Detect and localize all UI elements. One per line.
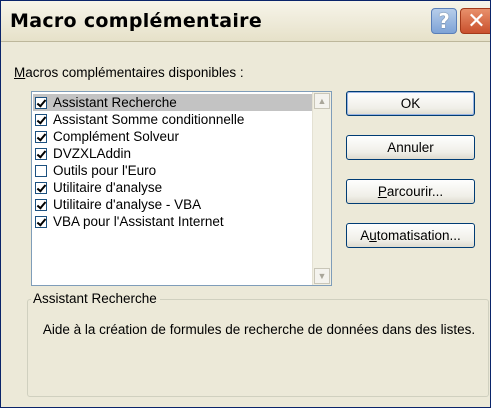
list-item[interactable]: Complément Solveur (33, 128, 312, 145)
scroll-up-arrow-icon[interactable]: ▲ (314, 93, 330, 109)
list-item[interactable]: Outils pour l'Euro (33, 162, 312, 179)
addin-label: Assistant Somme conditionnelle (53, 112, 245, 127)
title-bar[interactable]: Macro complémentaire ? ✕ (1, 1, 490, 42)
description-groupbox (27, 299, 489, 397)
close-button[interactable]: ✕ (460, 8, 490, 34)
addin-checkbox[interactable] (35, 181, 47, 194)
addins-list: Assistant Recherche Assistant Somme condi… (33, 94, 312, 230)
addin-checkbox[interactable] (35, 96, 47, 109)
question-mark-icon: ? (438, 9, 450, 33)
list-item[interactable]: Utilitaire d'analyse (33, 179, 312, 196)
cancel-button[interactable]: Annuler (346, 135, 475, 160)
ok-button[interactable]: OK (346, 91, 475, 116)
addin-checkbox[interactable] (35, 130, 47, 143)
scroll-down-arrow-icon[interactable]: ▼ (314, 268, 330, 284)
addin-checkbox[interactable] (35, 215, 47, 228)
list-item[interactable]: VBA pour l'Assistant Internet (33, 213, 312, 230)
addin-checkbox[interactable] (35, 198, 47, 211)
addin-checkbox[interactable] (35, 147, 47, 160)
description-text: Aide à la création de formules de recher… (42, 322, 476, 337)
browse-button[interactable]: Parcourir... (346, 179, 475, 204)
list-item[interactable]: Assistant Recherche (33, 94, 312, 111)
addin-label: Complément Solveur (53, 129, 180, 144)
available-addins-label: Macros complémentaires disponibles : (14, 65, 244, 80)
addin-label: DVZXLAddin (53, 146, 132, 161)
addin-label: Assistant Recherche (53, 95, 207, 110)
description-title: Assistant Recherche (31, 291, 160, 306)
list-item[interactable]: DVZXLAddin (33, 145, 312, 162)
listbox-scrollbar[interactable]: ▲ ▼ (312, 92, 331, 285)
addins-listbox[interactable]: Assistant Recherche Assistant Somme condi… (31, 91, 332, 286)
addin-label: Outils pour l'Euro (53, 163, 157, 178)
addin-label: Utilitaire d'analyse (53, 180, 163, 195)
addin-checkbox[interactable] (35, 164, 47, 177)
list-item[interactable]: Assistant Somme conditionnelle (33, 111, 312, 128)
addin-label: VBA pour l'Assistant Internet (53, 214, 224, 229)
addins-dialog: Macro complémentaire ? ✕ Macros compléme… (0, 0, 491, 408)
close-icon: ✕ (467, 8, 486, 34)
automation-button[interactable]: Automatisation... (346, 223, 475, 248)
dialog-title: Macro complémentaire (10, 10, 263, 32)
addin-label: Utilitaire d'analyse - VBA (53, 197, 202, 212)
list-item[interactable]: Utilitaire d'analyse - VBA (33, 196, 312, 213)
help-button[interactable]: ? (431, 8, 457, 34)
addin-checkbox[interactable] (35, 113, 47, 126)
